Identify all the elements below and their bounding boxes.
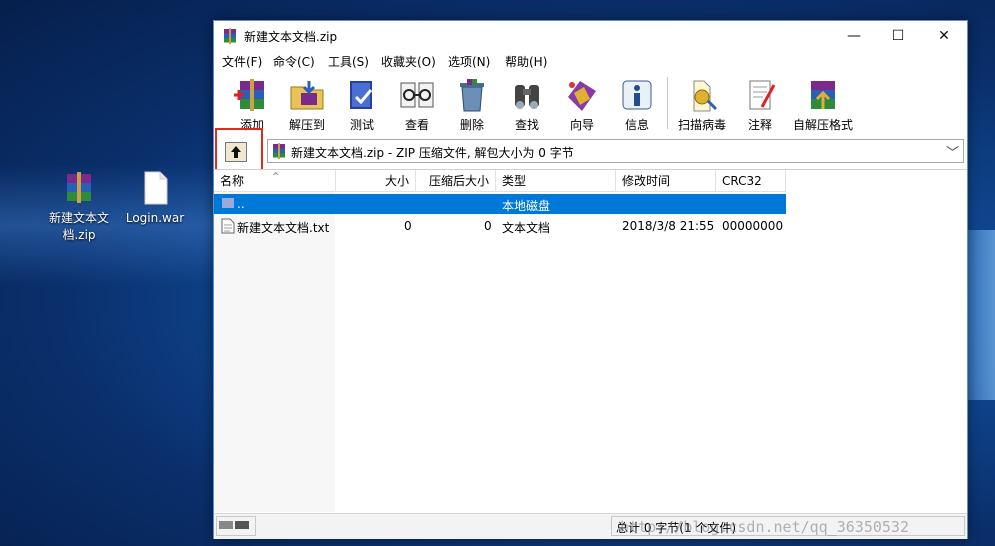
maximize-button[interactable]: ☐ bbox=[875, 21, 921, 51]
find-label: 查找 bbox=[514, 118, 539, 132]
info-button[interactable]: 信息 bbox=[607, 77, 667, 133]
info-label: 信息 bbox=[624, 118, 649, 132]
test-label: 测试 bbox=[349, 118, 374, 132]
watermark: http://blog.csdn.net/qq_36350532 bbox=[620, 518, 909, 536]
find-button[interactable]: 查找 bbox=[497, 77, 557, 133]
wizard-button[interactable]: 向导 bbox=[552, 77, 612, 133]
up-folder-icon bbox=[231, 146, 241, 158]
window-title: 新建文本文档.zip bbox=[244, 30, 338, 44]
table-row[interactable]: 新建文本文档.txt 0 0 文本文档 2018/3/8 21:55 00000… bbox=[214, 216, 786, 236]
winrar-archive-icon bbox=[61, 170, 97, 206]
toolbar: 添加 解压到 测试 查看 删除 查找 向导 信息 扫描病毒 注释 自解压格式 bbox=[214, 73, 967, 133]
sfx-icon bbox=[811, 81, 835, 109]
sfx-label: 自解压格式 bbox=[792, 118, 853, 132]
desktop-icon-label: 新建文本文 档.zip bbox=[48, 211, 109, 242]
file-list: 名称 ^ 大小 压缩后大小 类型 修改时间 CRC32 .. 本地磁盘 新建文本… bbox=[214, 169, 967, 512]
menu-file[interactable]: 文件(F) bbox=[222, 53, 262, 70]
comment-label: 注释 bbox=[747, 118, 772, 132]
view-label: 查看 bbox=[404, 118, 429, 132]
comment-button[interactable]: 注释 bbox=[730, 77, 790, 133]
blank-file-icon bbox=[137, 170, 173, 206]
cell-name: 新建文本文档.txt bbox=[237, 221, 330, 235]
desktop-icon-war[interactable]: Login.war bbox=[120, 170, 190, 227]
drive-status-icon bbox=[216, 516, 256, 536]
close-button[interactable]: ✕ bbox=[921, 21, 967, 51]
virus-scan-button[interactable]: 扫描病毒 bbox=[672, 77, 732, 133]
cell-packed: 0 bbox=[484, 219, 492, 233]
menu-help[interactable]: 帮助(H) bbox=[505, 53, 547, 70]
cell-modified: 2018/3/8 21:55 bbox=[622, 219, 715, 233]
delete-button[interactable]: 删除 bbox=[442, 77, 502, 133]
parent-folder-icon bbox=[221, 196, 235, 213]
find-icon bbox=[515, 85, 539, 109]
menu-bar: 文件(F) 命令(C) 工具(S) 收藏夹(O) 选项(N) 帮助(H) bbox=[214, 51, 967, 71]
cell-type: 本地磁盘 bbox=[502, 199, 551, 213]
winrar-archive-icon bbox=[271, 143, 287, 159]
table-row[interactable]: .. 本地磁盘 bbox=[214, 194, 786, 214]
add-archive-icon bbox=[234, 79, 264, 111]
menu-commands[interactable]: 命令(C) bbox=[273, 53, 315, 70]
menu-favorites[interactable]: 收藏夹(O) bbox=[381, 53, 436, 70]
test-icon bbox=[350, 81, 373, 109]
info-icon bbox=[622, 80, 652, 110]
view-button[interactable]: 查看 bbox=[387, 77, 447, 133]
cell-type: 文本文档 bbox=[502, 221, 551, 235]
column-header-type[interactable]: 类型 bbox=[496, 170, 616, 192]
test-button[interactable]: 测试 bbox=[332, 77, 392, 133]
minimize-button[interactable]: — bbox=[831, 21, 877, 51]
wizard-label: 向导 bbox=[569, 118, 594, 132]
comment-icon bbox=[749, 80, 776, 110]
extract-to-label: 解压到 bbox=[288, 118, 325, 132]
up-folder-button[interactable] bbox=[225, 142, 247, 162]
add-button[interactable]: 添加 bbox=[222, 77, 282, 133]
column-header-packed[interactable]: 压缩后大小 bbox=[416, 170, 496, 192]
toolbar-separator bbox=[667, 77, 668, 129]
menu-options[interactable]: 选项(N) bbox=[448, 53, 490, 70]
delete-icon bbox=[460, 79, 484, 112]
chevron-down-icon[interactable]: ﹀ bbox=[946, 142, 959, 161]
title-bar[interactable]: 新建文本文档.zip — ☐ ✕ bbox=[214, 21, 967, 51]
cell-name: .. bbox=[237, 197, 245, 211]
wizard-icon bbox=[568, 81, 596, 111]
desktop-icon-label: Login.war bbox=[125, 211, 185, 225]
cell-size: 0 bbox=[404, 219, 412, 233]
address-bar[interactable]: 新建文本文档.zip - ZIP 压缩文件, 解包大小为 0 字节 ﹀ bbox=[267, 139, 964, 163]
column-header-modified[interactable]: 修改时间 bbox=[616, 170, 716, 192]
cell-crc32: 00000000 bbox=[722, 219, 784, 233]
address-row: 新建文本文档.zip - ZIP 压缩文件, 解包大小为 0 字节 ﹀ bbox=[214, 128, 967, 172]
extract-to-button[interactable]: 解压到 bbox=[277, 77, 337, 133]
extract-to-icon bbox=[290, 81, 324, 110]
sfx-button[interactable]: 自解压格式 bbox=[790, 77, 856, 133]
winrar-window: 新建文本文档.zip — ☐ ✕ 文件(F) 命令(C) 工具(S) 收藏夹(O… bbox=[213, 20, 968, 539]
virus-scan-label: 扫描病毒 bbox=[677, 118, 726, 132]
winrar-app-icon bbox=[222, 28, 238, 44]
virus-scan-icon bbox=[693, 80, 718, 112]
column-header-crc32[interactable]: CRC32 bbox=[716, 170, 786, 192]
delete-label: 删除 bbox=[459, 118, 484, 132]
address-text: 新建文本文档.zip - ZIP 压缩文件, 解包大小为 0 字节 bbox=[291, 146, 574, 160]
column-header-name[interactable]: 名称 ^ bbox=[214, 170, 336, 192]
desktop-icon-zip[interactable]: 新建文本文 档.zip bbox=[44, 170, 114, 244]
view-icon bbox=[400, 82, 434, 108]
text-file-icon bbox=[221, 218, 235, 237]
menu-tools[interactable]: 工具(S) bbox=[328, 53, 369, 70]
wallpaper-light-beam bbox=[965, 230, 995, 400]
sort-arrow-icon: ^ bbox=[272, 172, 280, 182]
column-header-size[interactable]: 大小 bbox=[336, 170, 416, 192]
